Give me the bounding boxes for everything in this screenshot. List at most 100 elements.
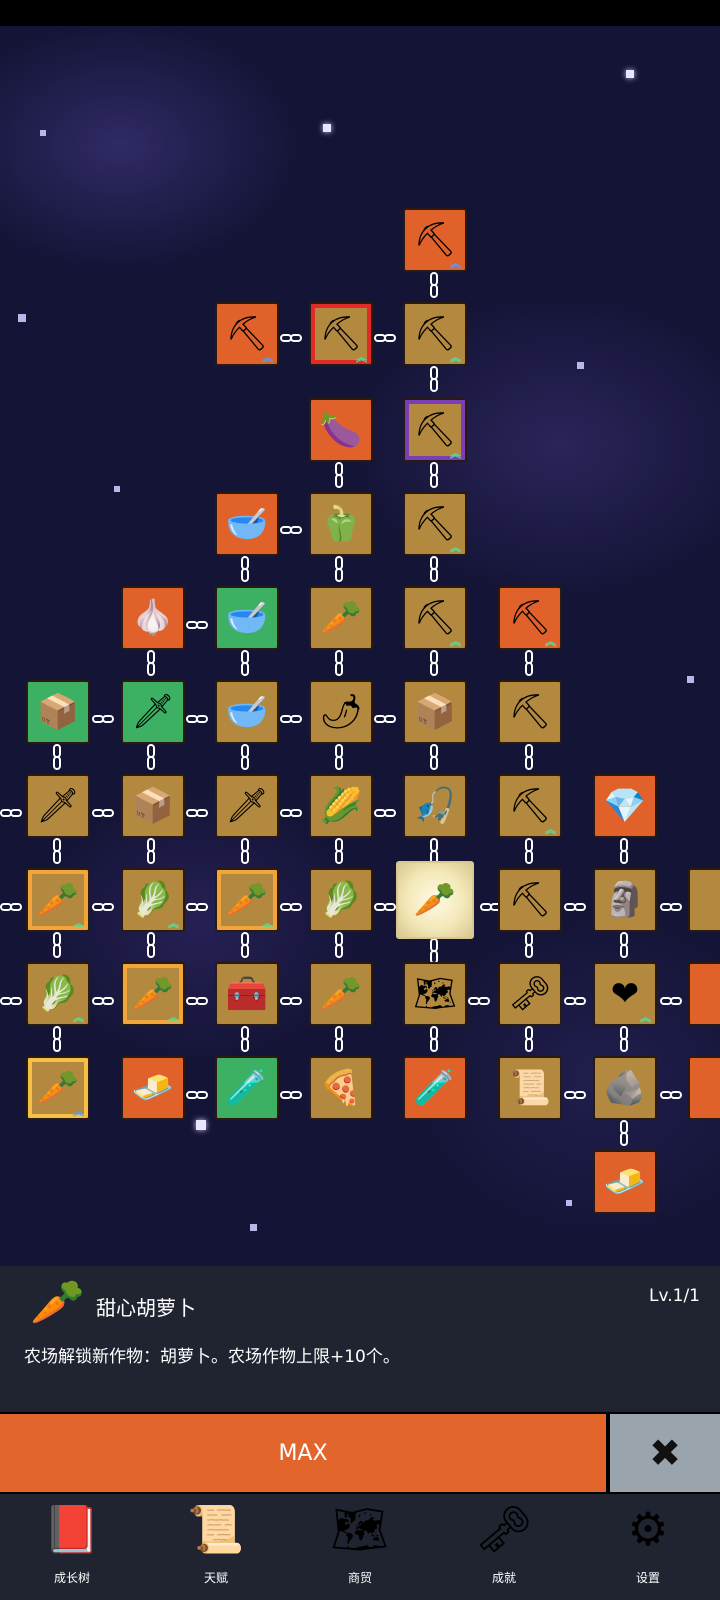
bowl-icon: 🥣 bbox=[225, 504, 269, 544]
skill-node[interactable]: 🌶 bbox=[309, 680, 373, 744]
scroll-icon: 📜 bbox=[508, 1068, 552, 1108]
connector bbox=[280, 1088, 304, 1102]
connector bbox=[92, 712, 116, 726]
skill-node[interactable]: 🥕 ︽ bbox=[26, 868, 90, 932]
tab-settings[interactable]: ⚙ 设置 bbox=[576, 1494, 720, 1600]
pickaxe-icon: ⛏ bbox=[508, 786, 552, 826]
skill-node[interactable]: 🧄 bbox=[121, 586, 185, 650]
skill-node[interactable]: 🥬 bbox=[309, 868, 373, 932]
gear-icon: ⚙ bbox=[627, 1502, 669, 1556]
pickaxe-icon: ⛏ bbox=[508, 692, 552, 732]
connector bbox=[522, 650, 536, 678]
skill-node[interactable]: ⛏ ︽ bbox=[498, 774, 562, 838]
skill-node[interactable]: ⛏ ︽ bbox=[403, 586, 467, 650]
connector bbox=[186, 618, 210, 632]
skill-node[interactable]: ⛏ bbox=[498, 868, 562, 932]
skill-node[interactable]: 🗡 bbox=[121, 680, 185, 744]
skill-node[interactable]: ⛏ ︽ bbox=[403, 492, 467, 556]
carrot-icon: 🥕 bbox=[413, 880, 457, 920]
skill-node[interactable]: 📜 bbox=[498, 1056, 562, 1120]
skill-node[interactable]: 🧈 bbox=[593, 1150, 657, 1214]
skill-node[interactable]: 🥕 bbox=[309, 962, 373, 1026]
skill-description: 农场解锁新作物：胡萝卜。农场作物上限+10个。 bbox=[24, 1347, 400, 1367]
skill-node[interactable]: 🥕 ︽ bbox=[26, 1056, 90, 1120]
skill-node[interactable]: 🥕 ︽ bbox=[215, 868, 279, 932]
connector bbox=[522, 932, 536, 960]
skill-node[interactable]: 🥣 bbox=[215, 586, 279, 650]
tab-talent[interactable]: 📜 天赋 bbox=[144, 1494, 288, 1600]
max-button[interactable]: MAX bbox=[0, 1414, 606, 1492]
skill-node[interactable]: 🌽 bbox=[309, 774, 373, 838]
skill-node[interactable]: ⛏ ︽ bbox=[403, 398, 467, 462]
eggplant-icon: 🍆 bbox=[319, 410, 363, 450]
connector bbox=[468, 994, 492, 1008]
garlic-icon: 🧄 bbox=[131, 598, 175, 638]
crystal-icon: 💎 bbox=[603, 786, 647, 826]
skill-node[interactable]: 🗝 bbox=[498, 962, 562, 1026]
star bbox=[250, 1224, 257, 1231]
connector bbox=[186, 712, 210, 726]
skill-node[interactable]: 🗡 bbox=[215, 774, 279, 838]
skill-node-partial[interactable] bbox=[688, 868, 720, 932]
skill-node[interactable]: 🫑 bbox=[309, 492, 373, 556]
skill-node[interactable]: 🥕 ︽ bbox=[121, 962, 185, 1026]
skill-node[interactable]: 🎣 bbox=[403, 774, 467, 838]
connector bbox=[238, 556, 252, 584]
connector bbox=[427, 556, 441, 584]
cabbage-icon: 🥬 bbox=[319, 880, 363, 920]
star bbox=[566, 1200, 572, 1206]
skill-detail-panel: 🥕 甜心胡萝卜 Lv.1/1 农场解锁新作物：胡萝卜。农场作物上限+10个。 bbox=[0, 1266, 720, 1412]
connector bbox=[427, 462, 441, 490]
connector bbox=[50, 932, 64, 960]
skill-node[interactable]: 🧪 bbox=[215, 1056, 279, 1120]
skill-node[interactable]: 🥣 bbox=[215, 680, 279, 744]
skill-node[interactable]: 🪨 bbox=[593, 1056, 657, 1120]
tab-growth-tree[interactable]: 📕 成长树 bbox=[0, 1494, 144, 1600]
pizza-icon: 🍕 bbox=[319, 1068, 363, 1108]
tab-trade[interactable]: 🗺 商贸 bbox=[288, 1494, 432, 1600]
connector bbox=[144, 838, 158, 866]
connector bbox=[280, 994, 304, 1008]
connector bbox=[427, 272, 441, 300]
skill-node[interactable]: 📦 bbox=[121, 774, 185, 838]
skill-node[interactable]: 🗺 bbox=[403, 962, 467, 1026]
skill-node[interactable]: 🥕 bbox=[309, 586, 373, 650]
skill-node[interactable]: 🥬 ︽ bbox=[26, 962, 90, 1026]
tab-achievements[interactable]: 🗝 成就 bbox=[432, 1494, 576, 1600]
skill-node[interactable]: ❤ ︽ bbox=[593, 962, 657, 1026]
skill-node[interactable]: 📦 bbox=[26, 680, 90, 744]
skill-node-partial[interactable] bbox=[688, 962, 720, 1026]
skill-node[interactable]: 💎 bbox=[593, 774, 657, 838]
skill-node[interactable]: ⛏ ︽ bbox=[309, 302, 373, 366]
tab-label: 商贸 bbox=[347, 1571, 372, 1585]
skill-node[interactable]: 📦 bbox=[403, 680, 467, 744]
chili-icon: 🌶 bbox=[319, 692, 363, 732]
skill-node-partial[interactable] bbox=[688, 1056, 720, 1120]
skill-node[interactable]: 🧪 bbox=[403, 1056, 467, 1120]
star bbox=[40, 130, 46, 136]
skill-node[interactable]: 🍆 bbox=[309, 398, 373, 462]
skill-node[interactable]: 🧈 bbox=[121, 1056, 185, 1120]
skill-node[interactable]: 🗡 bbox=[26, 774, 90, 838]
close-button[interactable]: ✖ bbox=[610, 1414, 720, 1492]
skill-tree-view[interactable]: ⛏ ︽ ⛏ ︽ ⛏ ︽ ⛏ ︽ 🍆 ⛏ ︽ 🥣 🫑 ⛏ ︽ 🧄 🥣 🥕 ⛏ ︽ ⛏ ︽ 📦 🗡 … bbox=[0, 26, 720, 1266]
skill-node[interactable]: ⛏ ︽ bbox=[215, 302, 279, 366]
book-icon: 📕 bbox=[43, 1502, 101, 1556]
skill-node[interactable]: ⛏ bbox=[498, 680, 562, 744]
connector bbox=[374, 900, 398, 914]
skill-node[interactable]: ⛏ ︽ bbox=[403, 302, 467, 366]
skill-node[interactable]: 🥣 bbox=[215, 492, 279, 556]
skill-node[interactable]: 🥬 ︽ bbox=[121, 868, 185, 932]
skill-node[interactable]: 🧰 bbox=[215, 962, 279, 1026]
carrot-icon: 🥕 bbox=[225, 880, 269, 920]
skill-node-selected[interactable]: 🥕 bbox=[396, 861, 474, 939]
shovel-icon: ⛏ bbox=[225, 314, 269, 354]
tab-label: 天赋 bbox=[203, 1571, 228, 1585]
connector bbox=[617, 932, 631, 960]
skill-node[interactable]: 🍕 bbox=[309, 1056, 373, 1120]
shovel-icon: ⛏ bbox=[413, 220, 457, 260]
skill-node[interactable]: ⛏ ︽ bbox=[403, 208, 467, 272]
upgrade-chevron-icon: ︽ bbox=[450, 635, 461, 648]
skill-node[interactable]: 🗿 bbox=[593, 868, 657, 932]
skill-node[interactable]: ⛏ ︽ bbox=[498, 586, 562, 650]
